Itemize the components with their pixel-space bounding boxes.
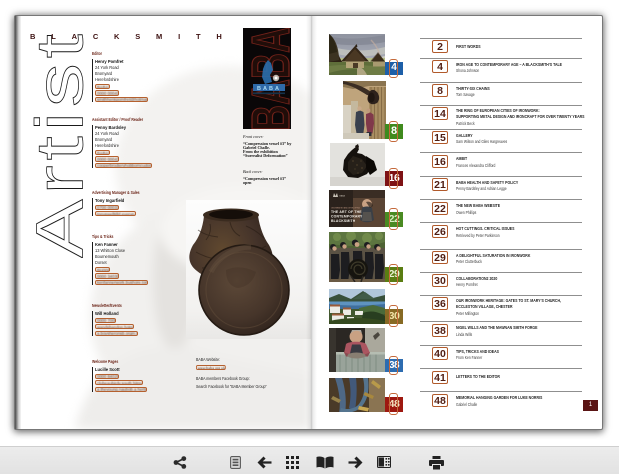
svg-text:BLACKSMITH: BLACKSMITH [331, 219, 356, 223]
svg-text:BABA: BABA [257, 86, 281, 92]
svg-text:THE ART OF THE: THE ART OF THE [331, 210, 362, 214]
svg-text:BABA: BABA [340, 194, 346, 197]
svg-text:CONTEMPORARY: CONTEMPORARY [331, 214, 363, 218]
svg-text:Artist: Artist [27, 34, 89, 258]
